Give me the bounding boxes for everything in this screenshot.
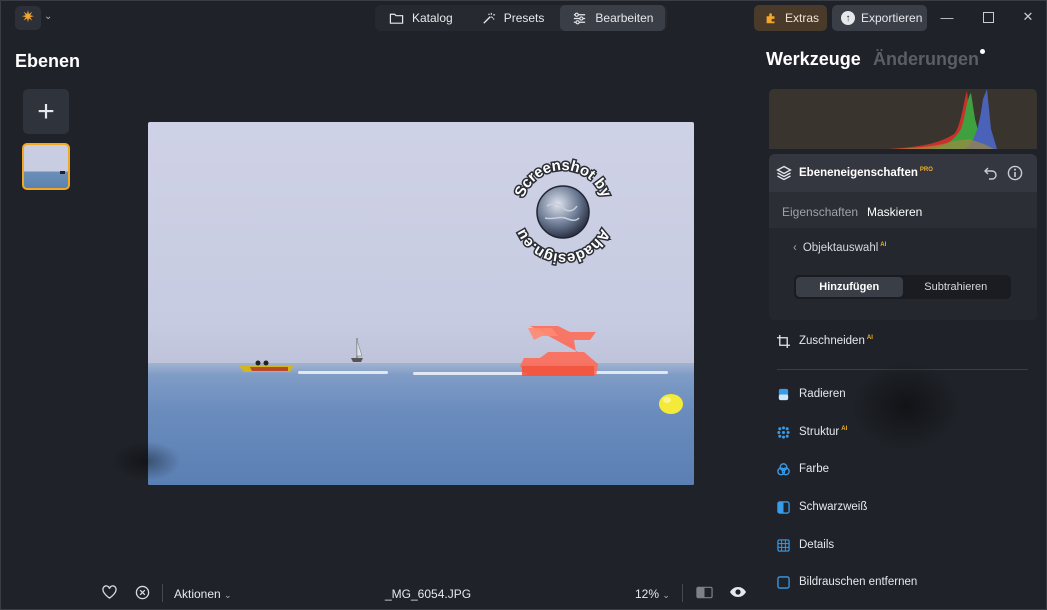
tool-structure[interactable]: Struktur AI: [777, 423, 847, 441]
tool-color[interactable]: Farbe: [777, 460, 829, 478]
tool-denoise-label: Bildrauschen entfernen: [799, 576, 918, 588]
reject-icon[interactable]: [134, 584, 150, 600]
tab-tools[interactable]: Werkzeuge: [766, 49, 861, 70]
tool-color-label: Farbe: [799, 463, 830, 475]
object-selection-label: Objektauswahl: [802, 242, 879, 254]
puzzle-icon: [766, 13, 775, 24]
export-button[interactable]: ↑ Exportieren: [832, 5, 927, 31]
tool-details-label: Details: [799, 539, 835, 551]
background-shadow: [851, 361, 961, 451]
plus-icon: +: [37, 94, 55, 128]
subtab-masking[interactable]: Maskieren: [867, 205, 922, 219]
sailboat: [351, 338, 363, 362]
eye-icon[interactable]: [729, 584, 747, 600]
tool-black-white[interactable]: Schwarzweiß: [777, 498, 867, 516]
nav-bearbeiten[interactable]: Bearbeiten: [560, 5, 666, 31]
watermark-logo: Screenshot by Ahadesign.eu: [510, 155, 616, 268]
subtab-properties[interactable]: Eigenschaften: [782, 205, 858, 219]
ai-badge: AI: [880, 242, 887, 249]
crop-icon: [777, 334, 790, 348]
chevron-down-icon: ⌄: [662, 590, 670, 600]
heart-icon[interactable]: [101, 584, 117, 600]
masked-speedboat: [520, 326, 598, 376]
add-subtract-toggle: Hinzufügen Subtrahieren: [794, 275, 1011, 299]
nav-presets-label: Presets: [503, 11, 545, 25]
tab-changes[interactable]: Änderungen: [873, 49, 979, 70]
extras-button[interactable]: Extras: [754, 5, 827, 31]
maximize-icon[interactable]: [980, 9, 996, 25]
actions-label: Aktionen: [174, 587, 221, 601]
tool-erase[interactable]: Radieren: [777, 385, 846, 403]
pro-badge: PRO: [919, 167, 933, 174]
eraser-icon: [778, 388, 789, 400]
app-menu-button[interactable]: ✷: [15, 6, 41, 30]
chevron-down-icon[interactable]: ⌄: [44, 11, 52, 22]
main-navigation: Katalog Presets Bearbeiten: [375, 5, 668, 31]
folder-icon: [389, 13, 404, 24]
minimize-icon[interactable]: —: [939, 9, 955, 25]
object-selection-box: ‹ Objektauswahl AI Hinzufügen Subtrahieren: [769, 228, 1037, 320]
close-icon[interactable]: ✕: [1020, 9, 1036, 25]
sea-area: [148, 363, 694, 485]
export-arrow-icon: ↑: [841, 11, 855, 25]
layer-properties-header: Ebeneneigenschaften PRO: [769, 154, 1037, 192]
separator: [682, 584, 683, 602]
photo-canvas[interactable]: Screenshot by Ahadesign.eu: [148, 122, 694, 485]
file-name: _MG_6054.JPG: [385, 587, 472, 601]
title-bar: ✷ ⌄ Katalog Presets Bearbeiten Extras ↑ …: [1, 1, 1046, 35]
color-icon: [777, 462, 790, 475]
sun-logo-icon: ✷: [21, 9, 35, 26]
nav-presets[interactable]: Presets: [469, 5, 557, 31]
layers-title: Ebenen: [15, 51, 81, 71]
add-button[interactable]: Hinzufügen: [796, 277, 903, 297]
nav-katalog[interactable]: Katalog: [377, 5, 465, 31]
actions-menu[interactable]: Aktionen ⌄: [174, 587, 232, 601]
tool-denoise[interactable]: Bildrauschen entfernen: [777, 573, 917, 591]
yellow-buoy: [659, 394, 683, 414]
compare-icon[interactable]: [695, 584, 713, 600]
histogram: [769, 89, 1037, 149]
sliders-icon: [574, 12, 586, 24]
changes-indicator-dot: [980, 49, 985, 54]
add-layer-button[interactable]: +: [23, 89, 69, 134]
yellow-boat: [238, 360, 294, 372]
details-icon: [777, 538, 790, 552]
undo-icon[interactable]: [983, 165, 999, 181]
layers-icon: [776, 165, 792, 181]
tool-black-white-label: Schwarzweiß: [799, 501, 868, 513]
zoom-level: 12%: [635, 587, 660, 601]
subtract-button[interactable]: Subtrahieren: [903, 277, 1010, 297]
separator: [162, 584, 163, 602]
nav-bearbeiten-label: Bearbeiten: [595, 11, 654, 25]
black-white-icon: [777, 500, 790, 514]
chevron-left-icon: ‹: [793, 242, 797, 254]
denoise-icon: [777, 575, 790, 589]
tool-erase-label: Radieren: [799, 388, 846, 400]
layer-thumbnail[interactable]: [22, 143, 70, 190]
tool-structure-label: Struktur AI: [799, 426, 848, 438]
layer-properties-title: Ebeneneigenschaften PRO: [799, 167, 933, 179]
app-window: ✷ ⌄ Katalog Presets Bearbeiten Extras ↑ …: [0, 0, 1047, 610]
magic-wand-icon: [483, 12, 495, 24]
tool-crop[interactable]: Zuschneiden AI: [777, 332, 873, 350]
nav-katalog-label: Katalog: [412, 11, 453, 25]
layer-properties-panel: Ebeneneigenschaften PRO Eigenschaften Mas…: [769, 154, 1037, 320]
chevron-down-icon: ⌄: [224, 590, 232, 600]
tool-details[interactable]: Details: [777, 536, 834, 554]
extras-label: Extras: [785, 11, 820, 25]
export-label: Exportieren: [861, 11, 923, 25]
zoom-dropdown[interactable]: 12% ⌄: [635, 587, 670, 601]
info-icon[interactable]: [1007, 165, 1023, 181]
structure-icon: [777, 425, 790, 439]
layer-properties-title-text: Ebeneneigenschaften: [799, 167, 918, 179]
background-shadow: [111, 441, 181, 481]
object-selection-back[interactable]: ‹ Objektauswahl AI: [793, 242, 886, 254]
tool-crop-label: Zuschneiden AI: [799, 335, 873, 347]
